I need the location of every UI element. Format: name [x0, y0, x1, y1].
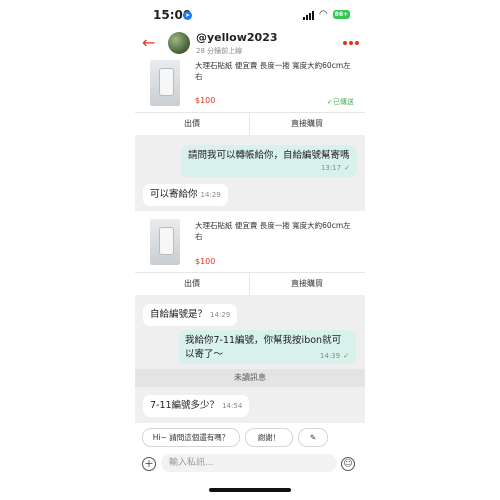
product-price: $100 [195, 96, 216, 105]
product-title: 大理石貼紙 便宜賣 長度一捲 寬度大約60cm左右 [195, 221, 351, 241]
battery-icon: 86+ [333, 10, 350, 19]
chat-header: ← @yellow2023 28 分鐘前上線 [135, 28, 365, 60]
product-title: 大理石貼紙 便宜賣 長度一捲 寬度大約60cm左右 [195, 61, 351, 81]
product-card[interactable]: 大理石貼紙 便宜賣 長度一捲 寬度大約60cm左右 $100 ✓已傳送 [135, 60, 365, 112]
message-time: 14:54 [222, 402, 243, 410]
last-seen-status: 28 分鐘前上線 [196, 47, 243, 55]
buy-now-button[interactable]: 直接購買 [250, 273, 364, 295]
product-thumbnail [150, 60, 180, 106]
more-options-icon[interactable] [343, 41, 359, 45]
status-bar: 15:00 ➤ ◠ 86+ [135, 0, 365, 28]
message-text: 7-11編號多少？ [150, 400, 220, 411]
home-indicator [209, 488, 291, 492]
emoji-icon[interactable]: ☺ [341, 457, 355, 471]
buy-now-button[interactable]: 直接購買 [250, 113, 364, 135]
avatar[interactable] [168, 32, 190, 54]
outgoing-message[interactable]: 請問我可以轉帳給你，自給編號幫寄嗎 13:17 ✓ [181, 145, 357, 177]
quick-replies: Hi~ 請問這個還有嗎？ 謝謝！ ✎ [135, 423, 365, 449]
back-arrow-icon[interactable]: ← [142, 33, 155, 52]
offer-button[interactable]: 出價 [135, 113, 249, 135]
message-input[interactable]: 輸入私訊... [161, 454, 337, 472]
signal-icon [303, 11, 316, 20]
sent-status: ✓已傳送 [327, 98, 354, 106]
wifi-icon: ◠ [319, 9, 328, 20]
message-time: 13:17 [320, 164, 342, 172]
message-text: 自給編號是？ [150, 309, 208, 320]
offer-button[interactable]: 出價 [135, 273, 249, 295]
message-time: 14:29 [200, 191, 221, 199]
read-check-icon: ✓ [344, 164, 350, 172]
product-card[interactable]: 大理石貼紙 便宜賣 長度一捲 寬度大約60cm左右 $100 [135, 211, 365, 272]
read-check-icon: ✓ [343, 352, 349, 360]
chat-username[interactable]: @yellow2023 [196, 31, 278, 44]
message-time: 14:39 [319, 352, 341, 360]
add-attachment-icon[interactable]: + [142, 457, 156, 471]
incoming-message[interactable]: 可以寄給你 14:29 [143, 184, 228, 206]
unread-divider: 未讀訊息 [135, 369, 365, 387]
message-text: 可以寄給你 [150, 189, 198, 200]
message-text: 請問我可以轉帳給你，自給編號幫寄嗎 [188, 150, 350, 161]
quick-reply-chip[interactable]: 謝謝！ [245, 428, 293, 447]
incoming-message[interactable]: 自給編號是？ 14:29 [143, 304, 238, 326]
message-list[interactable]: 大理石貼紙 便宜賣 長度一捲 寬度大約60cm左右 $100 ✓已傳送 出價 直… [135, 60, 365, 423]
chat-screen: 15:00 ➤ ◠ 86+ ← @yellow2023 28 分鐘前上線 大理石… [135, 0, 365, 500]
incoming-message[interactable]: 7-11編號多少？ 14:54 [143, 395, 250, 417]
card-actions: 出價 直接購買 [135, 112, 365, 135]
outgoing-message[interactable]: 我給你7-11編號，你幫我按ibon就可以寄了～ 14:39 ✓ [178, 330, 356, 364]
quick-reply-chip[interactable]: Hi~ 請問這個還有嗎？ [142, 428, 240, 447]
message-composer: + 輸入私訊... ☺ [135, 449, 365, 479]
product-thumbnail [150, 219, 180, 265]
card-actions: 出價 直接購買 [135, 272, 365, 295]
location-icon: ➤ [183, 11, 192, 20]
product-price: $100 [195, 257, 216, 266]
edit-quick-replies-icon[interactable]: ✎ [298, 428, 328, 447]
message-time: 14:29 [210, 311, 231, 319]
